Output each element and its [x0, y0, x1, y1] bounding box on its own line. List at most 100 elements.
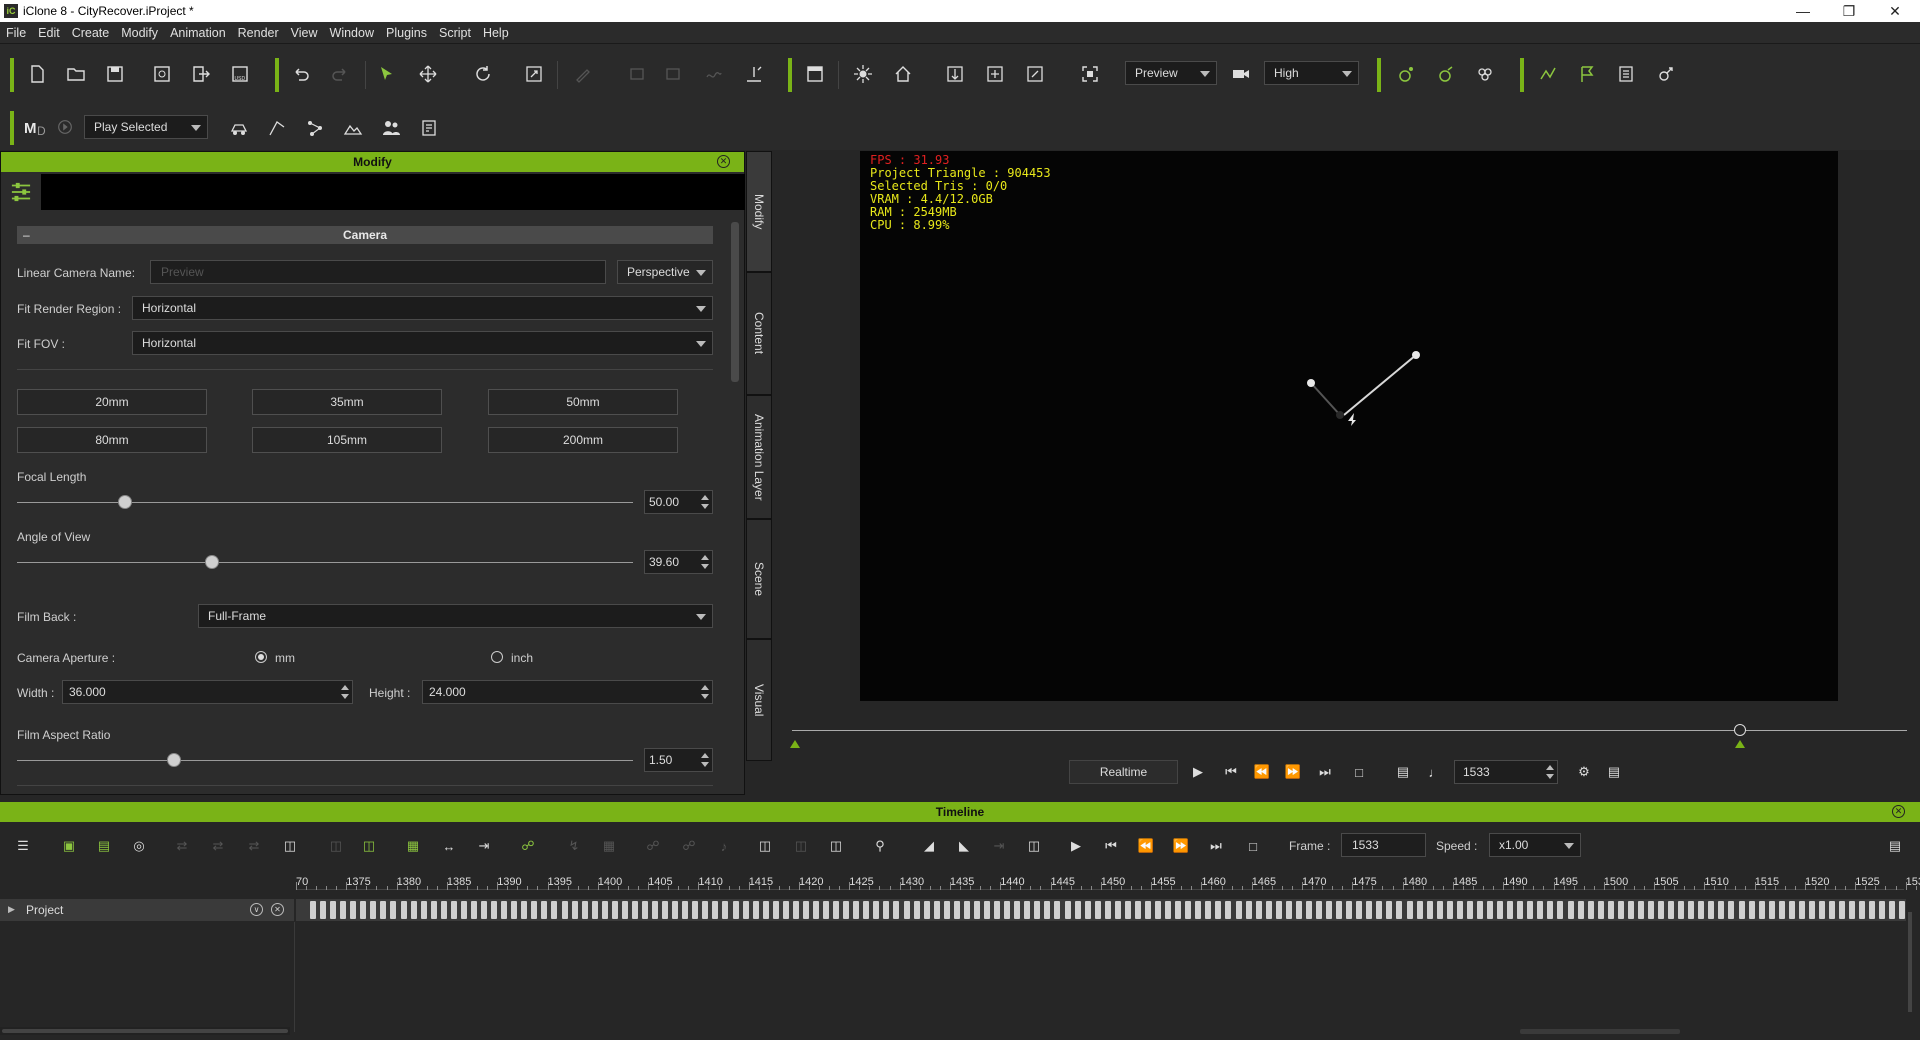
keyframe-marker[interactable]	[380, 901, 387, 919]
keyframe-marker[interactable]	[1647, 901, 1654, 919]
clip-insert-icon[interactable]: ◫	[279, 835, 301, 857]
keyframe-marker[interactable]	[873, 901, 880, 919]
linear-camera-name-field[interactable]: Preview	[150, 260, 606, 284]
keyframe-marker[interactable]	[1698, 901, 1705, 919]
fit-selected-icon[interactable]	[1022, 61, 1048, 87]
next-frame-icon[interactable]: ⏩	[1282, 761, 1304, 783]
settings-gear-icon[interactable]: ⚙	[1573, 761, 1595, 783]
keyframe-marker[interactable]	[732, 901, 739, 919]
track-list-scrollbar[interactable]	[0, 1027, 290, 1035]
keyframe-marker[interactable]	[1185, 901, 1192, 919]
keyframe-marker[interactable]	[953, 901, 960, 919]
menu-help[interactable]: Help	[477, 22, 515, 44]
keyframe-marker[interactable]	[1497, 901, 1504, 919]
keyframe-marker[interactable]	[843, 901, 850, 919]
timeline-vertical-scrollbar[interactable]	[1908, 912, 1912, 1012]
aperture-mm-radio[interactable]	[255, 651, 267, 663]
new-file-icon[interactable]	[24, 61, 50, 87]
light-icon[interactable]	[850, 61, 876, 87]
checklist-icon[interactable]	[1613, 61, 1639, 87]
panel-toggle-icon[interactable]: ▤	[1603, 761, 1625, 783]
keyframe-marker[interactable]	[1819, 901, 1825, 919]
tab-modify[interactable]: Modify	[746, 151, 772, 272]
keyframe-marker[interactable]	[1084, 901, 1091, 919]
preset-20mm-button[interactable]: 20mm	[17, 389, 207, 415]
keyframe-marker[interactable]	[1014, 901, 1021, 919]
3d-viewport[interactable]	[860, 151, 1838, 701]
keyframe-marker[interactable]	[1798, 901, 1805, 919]
keyframe-marker[interactable]	[1617, 901, 1624, 919]
timeline-skip-end-icon[interactable]: ⏭	[1205, 835, 1227, 857]
motion-layer-icon[interactable]: ☍	[517, 835, 539, 857]
drop-to-ground-icon[interactable]	[741, 61, 767, 87]
keyframe-marker[interactable]	[370, 901, 377, 919]
keyframe-marker[interactable]	[1416, 901, 1423, 919]
keyframe-marker[interactable]	[1124, 901, 1131, 919]
keyframe-marker[interactable]	[420, 901, 427, 919]
keyframe-marker[interactable]	[1577, 901, 1584, 919]
keyframe-marker[interactable]	[340, 901, 347, 919]
visibility-icon[interactable]: ◎	[128, 835, 150, 857]
people-icon[interactable]	[378, 115, 404, 141]
keyframe-marker[interactable]	[1004, 901, 1011, 919]
keyframe-marker[interactable]	[561, 901, 568, 919]
film-aspect-ratio-slider-knob[interactable]	[167, 753, 181, 767]
soft-cloth-icon[interactable]	[1433, 61, 1459, 87]
keyframe-marker[interactable]	[1728, 901, 1735, 919]
keyframe-marker[interactable]	[903, 901, 910, 919]
keyframe-marker[interactable]	[1829, 901, 1836, 919]
motion-path-icon[interactable]	[1535, 61, 1561, 87]
keyframe-marker[interactable]	[330, 901, 337, 919]
crowd-icon[interactable]	[1472, 61, 1498, 87]
key-prev-icon[interactable]: ⇄	[171, 835, 193, 857]
maximize-button[interactable]: ❐	[1826, 0, 1872, 22]
keyframe-marker[interactable]	[1144, 901, 1151, 919]
loop-icon[interactable]: □	[1348, 761, 1370, 783]
timeline-play-icon[interactable]: ▶	[1065, 835, 1087, 857]
preset-200mm-button[interactable]: 200mm	[488, 427, 678, 453]
keyframe-marker[interactable]	[1155, 901, 1162, 919]
keyframe-marker[interactable]	[1849, 901, 1856, 919]
skip-end-icon[interactable]: ⏭	[1314, 761, 1336, 783]
insert-frame-icon[interactable]: ◫	[754, 835, 776, 857]
track-lane-project[interactable]	[296, 899, 1906, 921]
audio-icon[interactable]: ♪	[713, 835, 735, 857]
motion-director-icon[interactable]: MD	[22, 114, 52, 140]
keyframe-marker[interactable]	[1245, 901, 1252, 919]
import-icon[interactable]	[188, 61, 214, 87]
angle-of-view-slider-knob[interactable]	[205, 555, 219, 569]
mirror-right-icon[interactable]: ◣	[953, 835, 975, 857]
keyframe-marker[interactable]	[722, 901, 729, 919]
keyframe-marker[interactable]	[1366, 901, 1373, 919]
keyframe-marker[interactable]	[621, 901, 628, 919]
keyframe-marker[interactable]	[310, 901, 316, 919]
distribute-icon[interactable]	[660, 61, 686, 87]
keyframe-marker[interactable]	[440, 901, 447, 919]
keyframe-marker[interactable]	[450, 901, 457, 919]
keyframe-marker[interactable]	[460, 901, 467, 919]
menu-edit[interactable]: Edit	[32, 22, 66, 44]
flag-icon[interactable]	[1574, 61, 1600, 87]
keyframe-marker[interactable]	[1527, 901, 1534, 919]
keyframe-marker[interactable]	[833, 901, 840, 919]
keyframe-marker[interactable]	[1134, 901, 1141, 919]
height-spinbox[interactable]: 24.000	[422, 680, 713, 704]
angle-of-view-spinbox[interactable]: 39.60	[644, 550, 713, 574]
key-add-icon[interactable]: ⇄	[207, 835, 229, 857]
preset-35mm-button[interactable]: 35mm	[252, 389, 442, 415]
keyframe-marker[interactable]	[1507, 901, 1514, 919]
timeline-frame-field[interactable]: 1533	[1341, 833, 1426, 857]
track-list-icon[interactable]: ☰	[12, 835, 34, 857]
keyframe-marker[interactable]	[1285, 901, 1292, 919]
chain-break-icon[interactable]: ☍	[678, 835, 700, 857]
keyframe-marker[interactable]	[1557, 901, 1564, 919]
speed-dropdown[interactable]: x1.00	[1489, 833, 1581, 857]
keyframe-marker[interactable]	[1255, 901, 1262, 919]
redo-icon[interactable]	[327, 61, 353, 87]
grid-icon[interactable]: ▦	[598, 835, 620, 857]
keyframe-marker[interactable]	[1688, 901, 1695, 919]
keyframe-marker[interactable]	[1376, 901, 1383, 919]
focal-length-slider[interactable]	[17, 502, 633, 503]
collapse-tracks-icon[interactable]: ▤	[93, 835, 115, 857]
sliders-icon[interactable]	[5, 176, 37, 208]
